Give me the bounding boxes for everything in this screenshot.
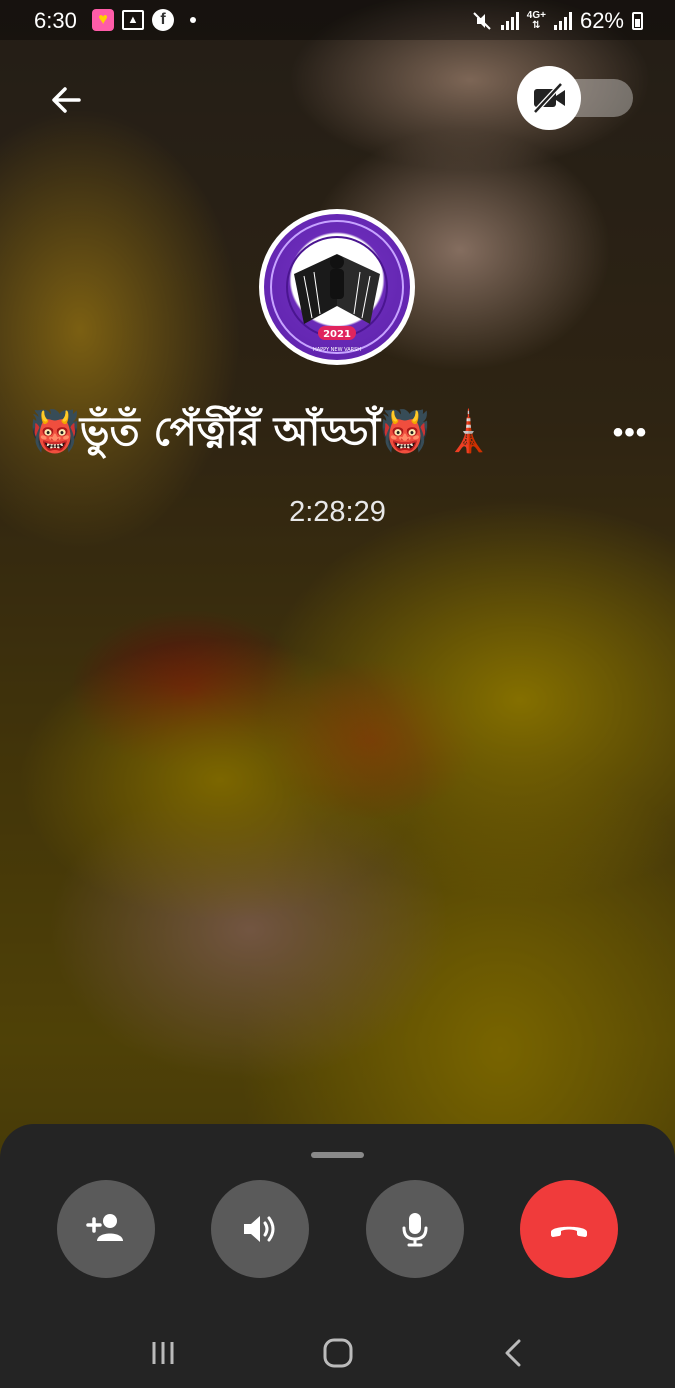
microphone-icon — [402, 1213, 428, 1247]
speaker-button[interactable] — [211, 1180, 309, 1278]
system-nav-bar — [0, 1314, 675, 1388]
app-notification-icon: ♥ — [92, 9, 114, 31]
status-right: 4G+ ⇅ 62% — [471, 8, 643, 34]
battery-level: 62% — [579, 8, 624, 33]
home-button[interactable] — [313, 1328, 363, 1378]
add-person-button[interactable] — [57, 1180, 155, 1278]
notification-icons: ♥ ▲ f — [92, 9, 196, 31]
avatar-ring-text: HAPPY NEW VARSH — [313, 347, 361, 353]
avatar-badge-text: 2021 — [323, 329, 351, 340]
system-back-button[interactable] — [489, 1328, 539, 1378]
arrow-left-icon — [52, 87, 81, 113]
battery-icon — [632, 12, 643, 30]
network-type: 4G+ ⇅ — [526, 10, 546, 31]
avatar-logo: 2021 HAPPY NEW VARSH — [270, 220, 404, 354]
recent-apps-icon — [152, 1342, 174, 1364]
call-screen: 6:30 ♥ ▲ f 4G+ ⇅ 62% 2021 HAPPY NEW VARS… — [0, 0, 675, 1388]
call-duration: 2:28:29 — [289, 496, 386, 528]
chevron-left-icon — [505, 1339, 521, 1367]
video-toggle-knob — [517, 66, 581, 130]
back-button[interactable] — [44, 78, 88, 122]
video-off-icon — [533, 82, 565, 114]
group-avatar: 2021 HAPPY NEW VARSH — [259, 209, 415, 365]
more-notifications-dot — [190, 17, 196, 23]
recent-apps-button[interactable] — [138, 1328, 188, 1378]
facebook-notification-icon: f — [152, 9, 174, 31]
group-avatar-image: 2021 HAPPY NEW VARSH — [264, 214, 410, 360]
group-name: 👹ভুঁতঁ পেঁত্নীঁরঁ আঁড্ডাঁ👹 🗼 — [30, 408, 494, 455]
status-time: 6:30 — [34, 8, 77, 33]
status-bar: 6:30 ♥ ▲ f 4G+ ⇅ 62% — [0, 0, 675, 40]
signal-icon — [500, 12, 519, 30]
microphone-button[interactable] — [366, 1180, 464, 1278]
speaker-icon — [244, 1216, 275, 1242]
gallery-notification-icon: ▲ — [122, 10, 144, 30]
more-horizontal-icon: ••• — [612, 416, 648, 449]
signal-icon-2 — [553, 12, 572, 30]
add-person-icon — [86, 1214, 123, 1241]
end-call-button[interactable] — [520, 1180, 618, 1278]
end-call-icon — [551, 1226, 587, 1237]
mute-icon — [473, 12, 491, 30]
call-title-row: 👹ভুঁতঁ পেঁত্নীঁরঁ আঁড্ডাঁ👹 🗼 ••• — [30, 398, 650, 468]
home-icon — [323, 1338, 353, 1368]
more-options-button[interactable]: ••• — [610, 413, 650, 453]
call-controls-sheet — [0, 1124, 675, 1388]
video-toggle[interactable] — [517, 66, 633, 130]
sheet-drag-handle[interactable] — [311, 1152, 364, 1158]
